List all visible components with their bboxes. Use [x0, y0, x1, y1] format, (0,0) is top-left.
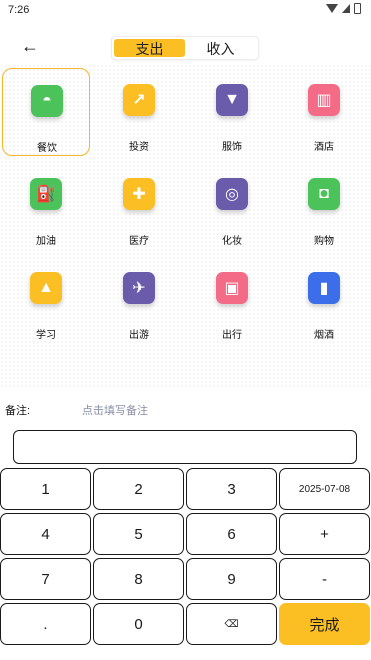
type-tab-switch: 支出 收入 — [111, 36, 259, 60]
wifi-icon — [326, 4, 338, 13]
key-9[interactable]: 9 — [186, 558, 277, 600]
key-4[interactable]: 4 — [0, 513, 91, 555]
category-label: 学习 — [36, 330, 56, 341]
category-item[interactable]: ↗ 投资 — [95, 68, 183, 156]
category-item[interactable]: ⛽ 加油 — [2, 162, 90, 250]
tab-income[interactable]: 收入 — [185, 39, 256, 57]
plus-button[interactable]: + — [279, 513, 370, 555]
investment-icon: ↗ — [123, 84, 155, 116]
backspace-icon[interactable]: ⌫ — [186, 603, 277, 645]
category-label: 医疗 — [129, 236, 149, 247]
signal-icon — [342, 4, 350, 13]
category-item[interactable]: ◓ 餐饮 — [2, 68, 90, 156]
keypad: 1 2 3 2025-07-08 4 5 6 +7 8 9-. 0 ⌫ 完成 — [0, 468, 371, 648]
category-item[interactable]: ✚ 医疗 — [95, 162, 183, 250]
header: ← 支出 收入 — [0, 28, 371, 68]
category-label: 服饰 — [222, 142, 242, 153]
category-item[interactable]: ✈ 出游 — [95, 256, 183, 344]
category-label: 出行 — [222, 330, 242, 341]
key-7[interactable]: 7 — [0, 558, 91, 600]
key-2[interactable]: 2 — [93, 468, 184, 510]
category-item[interactable]: ▲ 学习 — [2, 256, 90, 344]
remark-label: 备注: — [5, 405, 31, 417]
category-item[interactable]: ▣ 出行 — [188, 256, 276, 344]
category-label: 化妆 — [222, 236, 242, 247]
category-item[interactable]: ▮ 烟酒 — [280, 256, 368, 344]
back-arrow-icon[interactable]: ← — [18, 34, 42, 58]
category-item[interactable]: ◎ 化妆 — [188, 162, 276, 250]
medical-icon: ✚ — [123, 178, 155, 210]
status-time: 7:26 — [8, 4, 30, 16]
fuel-icon: ⛽ — [30, 178, 62, 210]
dot-button[interactable]: . — [0, 603, 91, 645]
key-6[interactable]: 6 — [186, 513, 277, 555]
bus-icon: ▣ — [216, 272, 248, 304]
battery-icon — [354, 3, 361, 14]
cosmetics-icon: ◎ — [216, 178, 248, 210]
minus-button[interactable]: - — [279, 558, 370, 600]
category-item[interactable]: ▥ 酒店 — [280, 68, 368, 156]
done-button[interactable]: 完成 — [279, 603, 370, 645]
category-item[interactable]: ◘ 购物 — [280, 162, 368, 250]
status-icons — [326, 3, 361, 14]
dining-icon: ◓ — [31, 85, 63, 117]
key-8[interactable]: 8 — [93, 558, 184, 600]
category-label: 购物 — [314, 236, 334, 247]
category-grid: ◓ 餐饮 ↗ 投资 ▼ 服饰 ▥ 酒店 ⛽ 加油 ✚ 医疗 ◎ 化妆 ◘ 购物 ▲ 学习 ✈ 出游 ▣ 出行 ▮ 烟酒 — [0, 64, 371, 389]
category-label: 餐饮 — [37, 143, 57, 154]
study-icon: ▲ — [30, 272, 62, 304]
remark-input[interactable] — [13, 430, 357, 464]
category-label: 烟酒 — [314, 330, 334, 341]
key-0[interactable]: 0 — [93, 603, 184, 645]
travel-icon: ✈ — [123, 272, 155, 304]
hotel-icon: ▥ — [308, 84, 340, 116]
clothing-icon: ▼ — [216, 84, 248, 116]
category-label: 投资 — [129, 142, 149, 153]
remark-hint[interactable]: 点击填写备注 — [82, 402, 148, 418]
category-label: 出游 — [129, 330, 149, 341]
remark-row: 备注: 点击填写备注 — [0, 398, 371, 420]
key-5[interactable]: 5 — [93, 513, 184, 555]
tab-expense[interactable]: 支出 — [114, 39, 185, 57]
tobacco-alcohol-icon: ▮ — [308, 272, 340, 304]
shopping-icon: ◘ — [308, 178, 340, 210]
key-3[interactable]: 3 — [186, 468, 277, 510]
status-bar: 7:26 — [0, 0, 371, 22]
category-item[interactable]: ▼ 服饰 — [188, 68, 276, 156]
key-1[interactable]: 1 — [0, 468, 91, 510]
category-label: 酒店 — [314, 142, 334, 153]
date-button[interactable]: 2025-07-08 — [279, 468, 370, 510]
category-label: 加油 — [36, 236, 56, 247]
